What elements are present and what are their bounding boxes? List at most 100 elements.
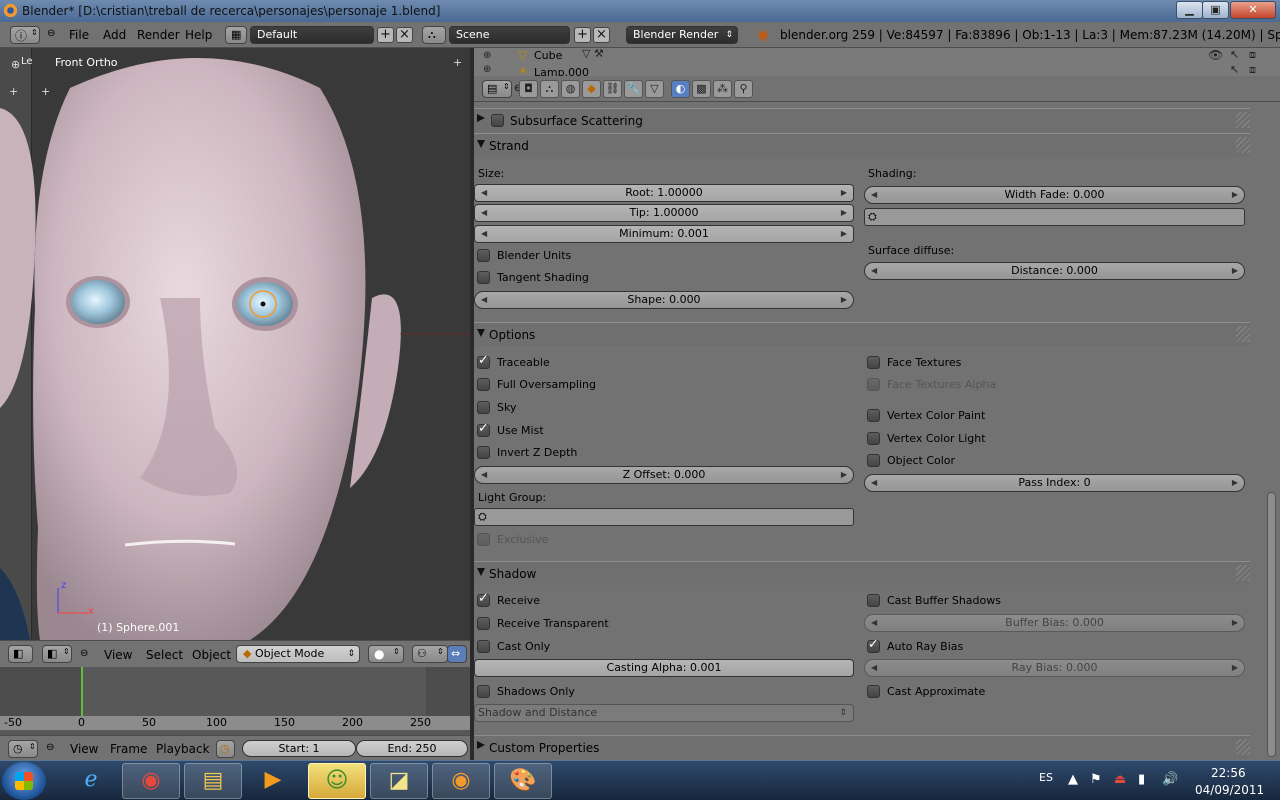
add-scene-button[interactable]: + xyxy=(574,27,591,43)
render-engine-select[interactable]: Blender Render ⇕ xyxy=(626,26,738,44)
minimize-button[interactable]: ▁ xyxy=(1176,1,1203,19)
editor-type-timeline-button[interactable]: ◷ ⇕ xyxy=(8,740,38,758)
properties-scrollbar[interactable] xyxy=(1264,102,1280,760)
root-slider[interactable]: ◀ Root: 1.00000 ▶ xyxy=(474,184,854,202)
render-camera-icon[interactable]: ⧈ xyxy=(1249,48,1256,62)
object-context-tab[interactable]: ◆ xyxy=(582,80,601,98)
taskbar-media-player[interactable]: ▶ xyxy=(244,763,302,799)
shape-slider[interactable]: ◀ Shape: 0.000 ▶ xyxy=(474,291,854,309)
mode-select[interactable]: ◆ Object Mode ⇕ xyxy=(236,645,360,663)
casting-alpha-slider[interactable]: Casting Alpha: 0.001 xyxy=(474,659,854,677)
menu-view[interactable]: View xyxy=(104,648,132,662)
editor-type-3d-view-button[interactable]: ◧ ⇕ xyxy=(42,645,72,663)
maximize-button[interactable]: ▣ xyxy=(1202,1,1229,19)
particles-context-tab[interactable]: ⁂ xyxy=(713,80,732,98)
action-center-flag-icon[interactable]: ⚑ xyxy=(1090,772,1102,787)
shadow-only-type-select[interactable]: Shadow and Distance ⇕ xyxy=(474,704,854,722)
menu-frame[interactable]: Frame xyxy=(110,742,147,756)
scene-icon-button[interactable]: ⛬ xyxy=(422,26,446,44)
minimum-slider[interactable]: ◀ Minimum: 0.001 ▶ xyxy=(474,225,854,243)
ray-bias-slider[interactable]: ◀ Ray Bias: 0.000 ▶ xyxy=(864,659,1245,677)
viewport-shading-select[interactable]: ● ⇕ xyxy=(368,645,404,663)
delete-screen-button[interactable]: × xyxy=(396,27,413,43)
menu-playback[interactable]: Playback xyxy=(156,742,210,756)
timeline[interactable]: -50 0 50 100 150 200 250 xyxy=(0,667,470,735)
panel-strand-header[interactable]: Strand xyxy=(474,133,1250,157)
world-context-tab[interactable]: ◍ xyxy=(561,80,580,98)
use-preview-range-button[interactable]: ◷ xyxy=(216,740,235,758)
taskbar-paint[interactable]: 🎨 xyxy=(494,763,552,799)
panel-drag-grip-icon[interactable] xyxy=(1236,565,1250,581)
pivot-point-select[interactable]: ⚇ ⇕ xyxy=(412,645,448,663)
panel-drag-grip-icon[interactable] xyxy=(1236,112,1250,128)
modifiers-context-tab[interactable]: 🔧 xyxy=(624,80,643,98)
properties-panel[interactable]: Subsurface Scattering Strand Size: ◀ Root… xyxy=(474,102,1264,760)
render-camera-icon[interactable]: ⧈ xyxy=(1249,63,1256,76)
menu-help[interactable]: Help xyxy=(185,28,212,42)
show-hidden-icons-icon[interactable]: ▲ xyxy=(1068,772,1078,787)
tip-slider[interactable]: ◀ Tip: 1.00000 ▶ xyxy=(474,204,854,222)
select-arrow-icon[interactable]: ↖ xyxy=(1230,63,1239,76)
panel-options-header[interactable]: Options xyxy=(474,322,1250,346)
editor-type-3d-button[interactable]: ◧ xyxy=(8,645,33,663)
clock-time[interactable]: 22:56 xyxy=(1211,766,1246,780)
outliner-row-cube[interactable]: Cube xyxy=(534,49,562,62)
panel-shadow-header[interactable]: Shadow xyxy=(474,561,1250,585)
menu-object[interactable]: Object xyxy=(192,648,231,662)
collapse-menu-icon[interactable]: ⊖ xyxy=(80,648,88,659)
material-context-tab[interactable]: ◐ xyxy=(671,80,690,98)
menu-add[interactable]: Add xyxy=(103,28,126,42)
language-indicator[interactable]: ES xyxy=(1039,771,1053,784)
taskbar-notes[interactable]: ◪ xyxy=(370,763,428,799)
scrollbar-thumb[interactable] xyxy=(1267,492,1276,757)
screen-layout-field[interactable]: Default xyxy=(250,26,374,44)
panel-drag-grip-icon[interactable] xyxy=(1236,739,1250,755)
outliner-row-lamp[interactable]: Lamp.000 xyxy=(534,66,589,76)
panel-drag-grip-icon[interactable] xyxy=(1236,137,1250,153)
expand-icon[interactable]: ⊕ xyxy=(483,50,491,61)
volume-icon[interactable]: 🔊 xyxy=(1162,772,1178,787)
physics-context-tab[interactable]: ⚲ xyxy=(734,80,753,98)
light-group-field[interactable]: ⛭ xyxy=(474,508,854,526)
start-button[interactable] xyxy=(2,762,46,800)
visibility-eye-icon[interactable]: 👁 xyxy=(1208,48,1223,62)
3d-viewport[interactable]: ⊕ Le + + + Front Ortho z x (1) Sphere.00… xyxy=(0,48,470,640)
panel-custom-properties-header[interactable]: Custom Properties xyxy=(474,735,1250,759)
panel-drag-grip-icon[interactable] xyxy=(1236,326,1250,342)
manipulator-toggle[interactable]: ⇔ xyxy=(447,645,467,663)
select-arrow-icon[interactable]: ↖ xyxy=(1230,48,1239,61)
outliner[interactable]: ⊕ ⊕ ▽ Cube ▽ ⚒ ☀ Lamp.000 👁 ↖ ⧈ ↖ ⧈ xyxy=(474,48,1280,76)
texture-context-tab[interactable]: ▩ xyxy=(692,80,711,98)
close-button[interactable]: ✕ xyxy=(1230,1,1276,19)
editor-type-properties-button[interactable]: ▤ ⇕ xyxy=(482,80,512,98)
timeline-ruler[interactable]: -50 0 50 100 150 200 250 xyxy=(0,716,470,730)
start-frame-field[interactable]: Start: 1 xyxy=(242,740,356,757)
taskbar-internet-explorer[interactable]: ℯ xyxy=(62,763,120,799)
end-frame-field[interactable]: End: 250 xyxy=(356,740,468,757)
distance-slider[interactable]: ◀ Distance: 0.000 ▶ xyxy=(864,262,1245,280)
data-context-tab[interactable]: ▽ xyxy=(645,80,664,98)
usb-device-icon[interactable]: ⏏ xyxy=(1114,772,1126,787)
width-fade-slider[interactable]: ◀ Width Fade: 0.000 ▶ xyxy=(864,186,1245,204)
expand-icon[interactable]: ⊕ xyxy=(483,64,491,75)
collapse-menu-icon[interactable]: ⊖ xyxy=(47,28,55,39)
pass-index-slider[interactable]: ◀ Pass Index: 0 ▶ xyxy=(864,474,1245,492)
constraints-context-tab[interactable]: ⛓ xyxy=(603,80,622,98)
editor-type-info-button[interactable]: ⓘ ⇕ xyxy=(10,26,40,44)
z-offset-slider[interactable]: ◀ Z Offset: 0.000 ▶ xyxy=(474,466,854,484)
menu-select[interactable]: Select xyxy=(146,648,183,662)
menu-file[interactable]: File xyxy=(69,28,89,42)
network-icon[interactable]: ▮ xyxy=(1138,772,1145,787)
buffer-bias-slider[interactable]: ◀ Buffer Bias: 0.000 ▶ xyxy=(864,614,1245,632)
taskbar-chrome[interactable]: ◉ xyxy=(122,763,180,799)
screen-layout-icon-button[interactable]: ▦ xyxy=(225,26,247,44)
current-frame-indicator[interactable] xyxy=(81,667,83,716)
taskbar-messenger[interactable]: ☺ xyxy=(308,763,366,799)
uv-layer-field[interactable]: ⛭ xyxy=(864,208,1245,226)
head-model-render[interactable]: z x xyxy=(0,48,470,640)
menu-render[interactable]: Render xyxy=(137,28,180,42)
scene-context-tab[interactable]: ⛬ xyxy=(540,80,559,98)
delete-scene-button[interactable]: × xyxy=(593,27,610,43)
render-context-tab[interactable]: ◘ xyxy=(519,80,538,98)
clock-date[interactable]: 04/09/2011 xyxy=(1195,783,1264,797)
